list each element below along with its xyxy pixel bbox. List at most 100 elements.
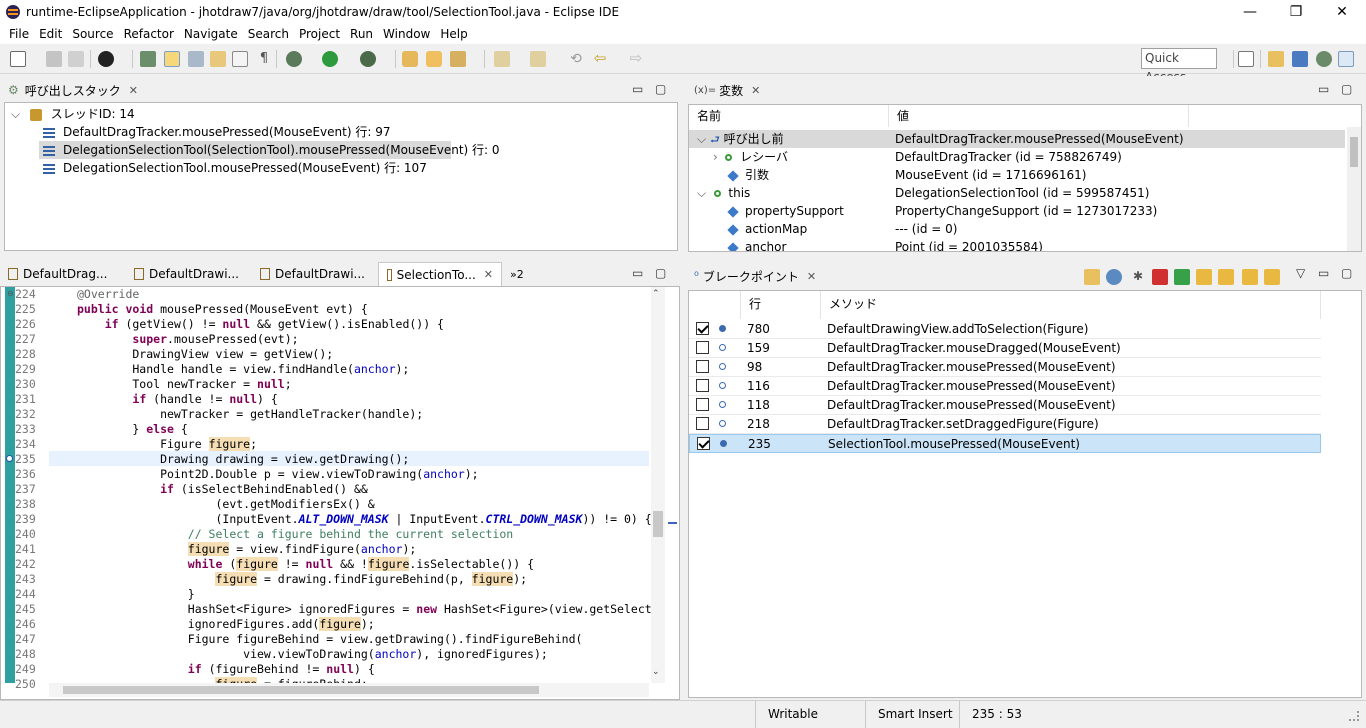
menu-navigate[interactable]: Navigate <box>179 27 243 41</box>
breakpoint-enabled-checkbox[interactable] <box>697 437 710 450</box>
minimize-button[interactable]: — <box>1227 0 1273 24</box>
editor-tab-active[interactable]: SelectionTo... ✕ <box>378 262 502 286</box>
editor-tab[interactable]: DefaultDrag... <box>0 262 126 286</box>
restore-button[interactable]: ❐ <box>1273 0 1319 24</box>
code-editor[interactable]: 224 225 226 227 228 229 230 231 232 233 234 235 236 2… <box>0 286 680 700</box>
menu-file[interactable]: File <box>4 27 34 41</box>
variable-row[interactable]: propertySupport <box>727 202 844 220</box>
editor-tab[interactable]: DefaultDrawi... <box>252 262 378 286</box>
chevron-down-icon[interactable]: ⌵ <box>11 107 20 121</box>
pilcrow-icon[interactable]: ¶ <box>256 51 272 67</box>
tab-overflow[interactable]: »2 <box>502 262 532 286</box>
open-folder-icon[interactable] <box>1084 269 1100 285</box>
variable-row[interactable]: anchor <box>727 238 786 251</box>
breakpoint-row[interactable]: 159 DefaultDragTracker.mouseDragged(Mouse… <box>689 339 1321 358</box>
breakpoint-row[interactable]: 98 DefaultDragTracker.mousePressed(MouseE… <box>689 358 1321 377</box>
tab-variables[interactable]: (x)= 変数 ✕ <box>686 78 768 102</box>
debug-perspective-icon[interactable] <box>1316 51 1332 67</box>
breakpoint-enabled-checkbox[interactable] <box>696 341 709 354</box>
terminate-icon[interactable] <box>1152 269 1168 285</box>
step-return-icon[interactable] <box>1242 269 1258 285</box>
breakpoint-row[interactable]: 116 DefaultDragTracker.mousePressed(Mouse… <box>689 377 1321 396</box>
quick-access-input[interactable]: Quick Access <box>1141 48 1217 84</box>
team-perspective-icon[interactable] <box>1338 51 1354 67</box>
minimize-view-icon[interactable]: ▭ <box>1318 82 1329 96</box>
resume-icon[interactable] <box>1174 269 1190 285</box>
link-icon[interactable] <box>1106 269 1122 285</box>
vertical-scrollbar[interactable] <box>1347 127 1361 251</box>
variable-row[interactable]: ⌵ this <box>697 184 750 202</box>
fold-icon[interactable]: ⊖ <box>7 289 14 298</box>
col-name-header[interactable]: 名前 <box>689 105 889 127</box>
external-tools-icon[interactable] <box>360 51 376 67</box>
next-annotation-icon[interactable] <box>494 51 510 67</box>
close-tab-icon[interactable]: ✕ <box>484 268 493 281</box>
col-method-header[interactable]: メソッド <box>821 291 1321 319</box>
col-value-header[interactable]: 値 <box>889 105 1189 127</box>
save-all-icon[interactable] <box>68 51 84 67</box>
minimize-view-icon[interactable]: ▭ <box>632 266 643 280</box>
wand-icon[interactable] <box>450 51 466 67</box>
scrollbar-thumb[interactable] <box>653 511 663 537</box>
step-filter-icon[interactable] <box>164 51 180 67</box>
debug-icon[interactable] <box>286 51 302 67</box>
status-insert-mode[interactable]: Smart Insert <box>865 701 959 728</box>
breakpoint-row[interactable]: 218 DefaultDragTracker.setDraggedFigure(F… <box>689 415 1321 434</box>
tab-callstack[interactable]: ⚙ 呼び出しスタック ✕ <box>0 78 146 102</box>
variable-row[interactable]: 引数 <box>727 166 769 184</box>
editor-vertical-scrollbar[interactable]: ⌃ ⌄ <box>651 287 665 683</box>
minimize-view-icon[interactable]: ▭ <box>632 82 643 96</box>
close-button[interactable]: ✕ <box>1319 0 1365 24</box>
menu-source[interactable]: Source <box>67 27 118 41</box>
maximize-view-icon[interactable]: ▢ <box>1341 266 1352 280</box>
source-code[interactable]: @Override public void mousePressed(Mouse… <box>77 287 651 692</box>
menu-help[interactable]: Help <box>435 27 472 41</box>
step-into-icon[interactable] <box>1196 269 1212 285</box>
scrollbar-thumb[interactable] <box>1350 137 1358 167</box>
breakpoint-enabled-checkbox[interactable] <box>696 322 709 335</box>
chevron-right-icon[interactable]: › <box>713 150 718 164</box>
forward-icon[interactable]: ⇨ <box>628 51 644 67</box>
save-icon[interactable] <box>46 51 62 67</box>
variable-row[interactable]: › レシーバ <box>713 148 788 166</box>
breakpoint-row[interactable]: 118 DefaultDragTracker.mousePressed(Mouse… <box>689 396 1321 415</box>
back-icon[interactable]: ⇦ <box>592 51 608 67</box>
breakpoint-enabled-checkbox[interactable] <box>696 398 709 411</box>
open-folder-icon[interactable] <box>426 51 442 67</box>
run-icon[interactable] <box>322 51 338 67</box>
menu-run[interactable]: Run <box>345 27 378 41</box>
close-tab-icon[interactable]: ✕ <box>129 84 138 97</box>
minimize-view-icon[interactable]: ▭ <box>1318 266 1329 280</box>
menu-search[interactable]: Search <box>243 27 294 41</box>
breakpoint-row[interactable]: 780 DefaultDrawingView.addToSelection(Fig… <box>689 320 1321 339</box>
menu-edit[interactable]: Edit <box>34 27 67 41</box>
maximize-view-icon[interactable]: ▢ <box>655 82 666 96</box>
scrollbar-thumb[interactable] <box>63 686 539 694</box>
chevron-down-icon[interactable]: ⌵ <box>697 132 706 146</box>
java-perspective-icon[interactable] <box>1292 51 1308 67</box>
tab-breakpoints[interactable]: ⁰ ブレークポイント ✕ <box>686 264 824 288</box>
variable-row[interactable]: ⌵ ⮐ 呼び出し前 <box>697 130 784 148</box>
account-icon[interactable] <box>98 51 114 67</box>
menu-project[interactable]: Project <box>294 27 345 41</box>
new-icon[interactable] <box>10 51 26 67</box>
view-menu-icon[interactable]: ▽ <box>1296 266 1305 280</box>
resource-perspective-icon[interactable] <box>1268 51 1284 67</box>
drop-to-frame-icon[interactable] <box>188 51 204 67</box>
editor-tab[interactable]: DefaultDrawi... <box>126 262 252 286</box>
breakpoint-enabled-checkbox[interactable] <box>696 417 709 430</box>
breakpoint-enabled-checkbox[interactable] <box>696 379 709 392</box>
open-type-icon[interactable] <box>210 51 226 67</box>
close-tab-icon[interactable]: ✕ <box>807 270 816 283</box>
stack-frame-selected[interactable]: DelegationSelectionTool(SelectionTool).m… <box>39 141 500 159</box>
maximize-view-icon[interactable]: ▢ <box>1341 82 1352 96</box>
stack-frame[interactable]: DefaultDragTracker.mousePressed(MouseEve… <box>43 123 390 141</box>
skip-breakpoints-icon[interactable] <box>140 51 156 67</box>
variable-row[interactable]: actionMap <box>727 220 807 238</box>
scroll-up-icon[interactable]: ⌃ <box>652 289 660 299</box>
gear-icon[interactable]: ✱ <box>1130 269 1146 285</box>
step-filters-icon[interactable] <box>1264 269 1280 285</box>
col-enabled-header[interactable] <box>689 291 741 319</box>
breakpoint-enabled-checkbox[interactable] <box>696 360 709 373</box>
prev-annotation-icon[interactable] <box>530 51 546 67</box>
